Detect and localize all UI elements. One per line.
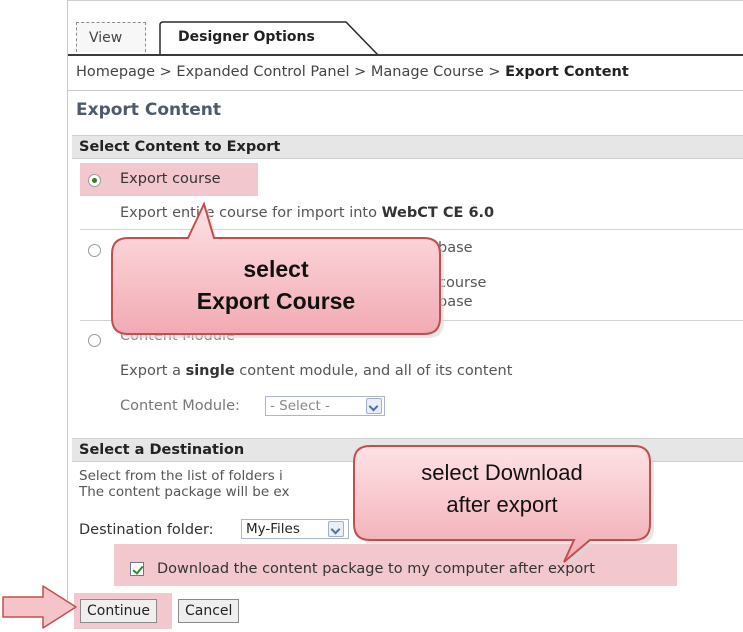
content-module-select-label: Content Module: xyxy=(120,398,240,414)
callout-export-course-line1: select xyxy=(243,256,309,282)
tab-view-label: View xyxy=(89,30,123,46)
callout-export-course: select Export Course xyxy=(106,200,451,340)
section-header-select-content: Select Content to Export xyxy=(72,135,743,159)
breadcrumb-homepage[interactable]: Homepage xyxy=(76,64,155,80)
content-module-desc-suffix: content module, and all of its content xyxy=(234,363,513,379)
arrow-right-icon xyxy=(2,585,77,629)
destination-folder-label: Destination folder: xyxy=(79,522,214,538)
callout-download: select Download after export xyxy=(352,444,662,566)
export-course-radio[interactable] xyxy=(88,174,101,187)
breadcrumb-expanded-control-panel[interactable]: Expanded Control Panel xyxy=(176,64,349,80)
tab-baseline xyxy=(68,54,743,56)
destination-desc-line1: Select from the list of folders i xyxy=(79,468,283,484)
tab-designer-options-label: Designer Options xyxy=(178,29,315,45)
option2-radio[interactable] xyxy=(88,244,101,257)
breadcrumb-separator: > xyxy=(488,64,501,80)
cancel-button[interactable]: Cancel xyxy=(178,599,240,623)
content-module-select-value: - Select - xyxy=(270,398,330,414)
breadcrumb-manage-course[interactable]: Manage Course xyxy=(371,64,484,80)
callout-export-course-line2: Export Course xyxy=(196,288,356,314)
frame-top-border xyxy=(67,0,743,1)
breadcrumb-divider xyxy=(68,90,743,91)
callout-download-line1: select Download xyxy=(421,460,583,485)
continue-button[interactable]: Continue xyxy=(80,599,157,623)
callout-download-line2: after export xyxy=(446,492,558,517)
chevron-down-icon[interactable] xyxy=(366,398,382,414)
content-module-radio[interactable] xyxy=(88,334,101,347)
breadcrumb-current: Export Content xyxy=(505,64,629,80)
destination-desc-line2: The content package will be ex xyxy=(79,484,290,500)
tab-view[interactable]: View xyxy=(76,22,146,52)
content-module-desc-prefix: Export a xyxy=(120,363,186,379)
breadcrumb-separator: > xyxy=(159,64,172,80)
destination-folder-value: My-Files xyxy=(246,521,300,537)
content-module-desc-bold: single xyxy=(185,363,235,379)
content-module-description: Export a single content module, and all … xyxy=(120,363,512,379)
breadcrumb: Homepage > Expanded Control Panel > Mana… xyxy=(76,64,629,80)
download-checkbox[interactable] xyxy=(130,562,144,576)
page-title: Export Content xyxy=(76,100,221,120)
chevron-down-icon[interactable] xyxy=(328,521,344,537)
tab-designer-options[interactable]: Designer Options xyxy=(156,21,381,57)
export-course-label[interactable]: Export course xyxy=(120,171,221,187)
breadcrumb-separator: > xyxy=(354,64,367,80)
